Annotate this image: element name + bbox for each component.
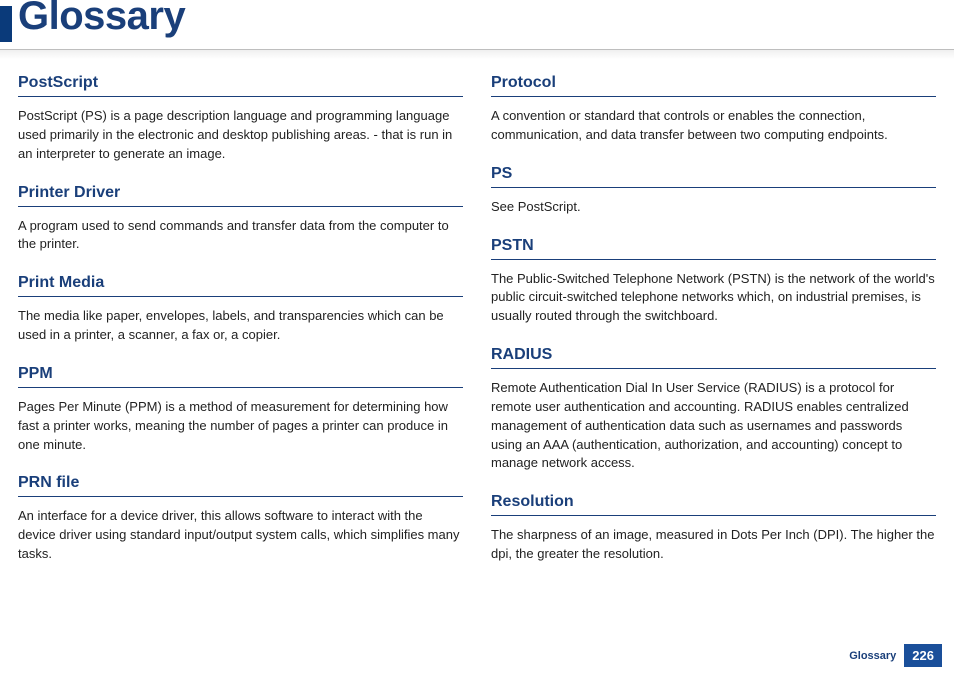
page-footer: Glossary 226 — [849, 644, 942, 667]
header-shadow — [0, 49, 954, 59]
glossary-term: PRN file — [18, 474, 463, 497]
glossary-entry: PRN file An interface for a device drive… — [18, 474, 463, 564]
glossary-entry: RADIUS Remote Authentication Dial In Use… — [491, 346, 936, 473]
glossary-definition: A program used to send commands and tran… — [18, 217, 463, 255]
glossary-definition: Pages Per Minute (PPM) is a method of me… — [18, 398, 463, 455]
page-title: Glossary — [18, 0, 185, 39]
glossary-entry: PostScript PostScript (PS) is a page des… — [18, 74, 463, 164]
glossary-entry: Protocol A convention or standard that c… — [491, 74, 936, 145]
footer-section-label: Glossary — [849, 650, 896, 662]
glossary-definition: See PostScript. — [491, 198, 936, 217]
glossary-definition: PostScript (PS) is a page description la… — [18, 107, 463, 164]
header-accent-bar — [0, 6, 12, 42]
glossary-entry: PSTN The Public-Switched Telephone Netwo… — [491, 237, 936, 327]
glossary-entry: Resolution The sharpness of an image, me… — [491, 493, 936, 564]
glossary-term: PS — [491, 165, 936, 188]
glossary-term: PSTN — [491, 237, 936, 260]
glossary-term: PPM — [18, 365, 463, 388]
glossary-entry: PPM Pages Per Minute (PPM) is a method o… — [18, 365, 463, 455]
page-header: Glossary — [0, 0, 954, 50]
glossary-definition: A convention or standard that controls o… — [491, 107, 936, 145]
glossary-definition: The media like paper, envelopes, labels,… — [18, 307, 463, 345]
glossary-term: RADIUS — [491, 346, 936, 369]
glossary-definition: An interface for a device driver, this a… — [18, 507, 463, 564]
glossary-entry: PS See PostScript. — [491, 165, 936, 217]
glossary-term: Protocol — [491, 74, 936, 97]
glossary-term: PostScript — [18, 74, 463, 97]
glossary-term: Print Media — [18, 274, 463, 297]
glossary-definition: The sharpness of an image, measured in D… — [491, 526, 936, 564]
glossary-term: Resolution — [491, 493, 936, 516]
right-column: Protocol A convention or standard that c… — [491, 74, 936, 584]
glossary-entry: Printer Driver A program used to send co… — [18, 184, 463, 255]
page-number: 226 — [904, 644, 942, 667]
glossary-definition: The Public-Switched Telephone Network (P… — [491, 270, 936, 327]
glossary-entry: Print Media The media like paper, envelo… — [18, 274, 463, 345]
left-column: PostScript PostScript (PS) is a page des… — [18, 74, 463, 584]
glossary-term: Printer Driver — [18, 184, 463, 207]
glossary-definition: Remote Authentication Dial In User Servi… — [491, 379, 936, 473]
content-area: PostScript PostScript (PS) is a page des… — [0, 50, 954, 584]
